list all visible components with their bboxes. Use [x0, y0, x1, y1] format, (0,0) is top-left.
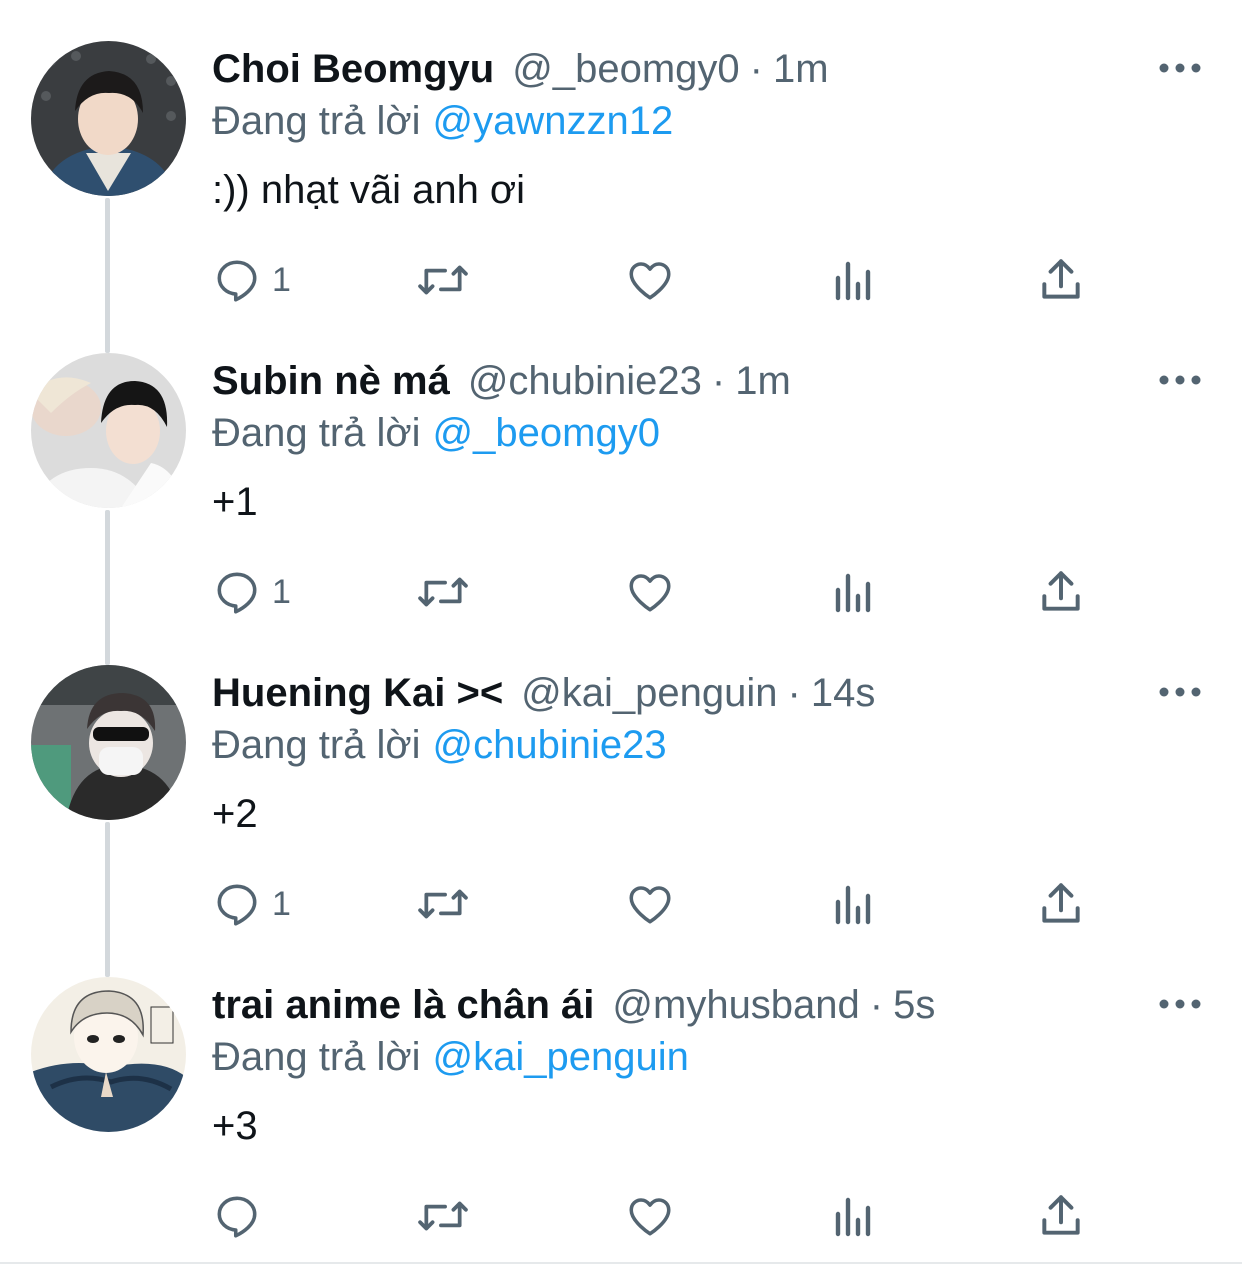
separator: ·: [869, 983, 884, 1027]
views-icon: [835, 1197, 871, 1237]
timestamp[interactable]: 14s: [811, 671, 876, 715]
views-button[interactable]: [832, 564, 876, 620]
heart-icon: [629, 1198, 671, 1236]
more-icon[interactable]: [1158, 370, 1202, 390]
reply-icon: [217, 1196, 257, 1238]
retweet-button[interactable]: [415, 876, 471, 932]
tweet-actions: 1: [212, 876, 1092, 932]
retweet-icon: [418, 1201, 468, 1231]
reply-button[interactable]: 1: [212, 252, 291, 308]
views-icon: [835, 573, 871, 613]
retweet-button[interactable]: [415, 564, 471, 620]
replying-to-link[interactable]: @_beomgy0: [433, 411, 660, 455]
tweet-text: +2: [212, 792, 258, 836]
share-icon: [1042, 259, 1080, 299]
display-name[interactable]: trai anime là chân ái: [212, 983, 594, 1027]
more-icon[interactable]: [1158, 994, 1202, 1014]
share-icon: [1042, 571, 1080, 611]
replying-to: Đang trả lời @kai_penguin: [212, 1032, 689, 1082]
tweet-actions: 1: [212, 564, 1092, 620]
share-icon: [1042, 1195, 1080, 1235]
replying-to-label: Đang trả lời: [212, 1035, 421, 1079]
reply-icon: [217, 260, 257, 302]
tweet[interactable]: trai anime là chân ái @myhusband · 5s Đang …: [0, 936, 1242, 1248]
timestamp[interactable]: 5s: [893, 983, 935, 1027]
tweet-actions: 1: [212, 252, 1092, 308]
timestamp[interactable]: 1m: [773, 47, 829, 91]
more-icon[interactable]: [1158, 682, 1202, 702]
separator: ·: [787, 671, 801, 715]
retweet-icon: [418, 889, 468, 919]
reply-button[interactable]: 1: [212, 564, 291, 620]
tweet-header: trai anime là chân ái @myhusband · 5s: [212, 980, 935, 1030]
more-icon[interactable]: [1158, 58, 1202, 78]
tweet[interactable]: Huening Kai >< @kai_penguin · 14s Đang trả …: [0, 624, 1242, 936]
replying-to: Đang trả lời @chubinie23: [212, 720, 667, 770]
display-name[interactable]: Huening Kai ><: [212, 671, 503, 715]
replying-to-label: Đang trả lời: [212, 99, 421, 143]
views-button[interactable]: [832, 252, 876, 308]
tweet-text: :)) nhạt vãi anh ơi: [212, 168, 526, 212]
avatar[interactable]: [31, 41, 186, 196]
timestamp[interactable]: 1m: [735, 359, 791, 403]
share-button[interactable]: [1038, 252, 1084, 308]
divider: [0, 1262, 1242, 1264]
tweet[interactable]: Subin nè má @chubinie23 · 1m Đang trả lời @_…: [0, 312, 1242, 624]
reply-button[interactable]: [212, 1188, 272, 1244]
heart-icon: [629, 574, 671, 612]
replying-to: Đang trả lời @_beomgy0: [212, 408, 660, 458]
replying-to: Đang trả lời @yawnzzn12: [212, 96, 673, 146]
reply-count: 1: [272, 885, 291, 923]
retweet-icon: [418, 265, 468, 295]
retweet-button[interactable]: [415, 1188, 471, 1244]
heart-icon: [629, 262, 671, 300]
like-button[interactable]: [625, 876, 675, 932]
user-handle[interactable]: @chubinie23: [468, 359, 702, 403]
tweet-text: +1: [212, 480, 258, 524]
reply-icon: [217, 884, 257, 926]
share-icon: [1042, 883, 1080, 923]
share-button[interactable]: [1038, 564, 1084, 620]
tweet-actions: [212, 1188, 1092, 1244]
display-name[interactable]: Subin nè má: [212, 359, 450, 403]
heart-icon: [629, 886, 671, 924]
separator: ·: [711, 359, 726, 403]
like-button[interactable]: [625, 564, 675, 620]
reply-count: 1: [272, 261, 291, 299]
replying-to-label: Đang trả lời: [212, 411, 421, 455]
tweet-header: Subin nè má @chubinie23 · 1m: [212, 356, 791, 406]
separator: ·: [749, 47, 763, 91]
replying-to-link[interactable]: @kai_penguin: [433, 1035, 689, 1079]
reply-icon: [217, 572, 257, 614]
tweet-header: Huening Kai >< @kai_penguin · 14s: [212, 668, 875, 718]
replying-to-link[interactable]: @yawnzzn12: [433, 99, 674, 143]
replying-to-link[interactable]: @chubinie23: [433, 723, 667, 767]
tweet-header: Choi Beomgyu @_beomgy0 · 1m: [212, 44, 829, 94]
replying-to-label: Đang trả lời: [212, 723, 421, 767]
retweet-icon: [418, 577, 468, 607]
user-handle[interactable]: @kai_penguin: [521, 671, 777, 715]
reply-count: 1: [272, 573, 291, 611]
views-icon: [835, 261, 871, 301]
like-button[interactable]: [625, 252, 675, 308]
tweet[interactable]: Choi Beomgyu @_beomgy0 · 1m Đang trả lời @ya…: [0, 0, 1242, 312]
share-button[interactable]: [1038, 1188, 1084, 1244]
views-button[interactable]: [832, 1188, 876, 1244]
user-handle[interactable]: @myhusband: [612, 983, 859, 1027]
avatar[interactable]: [31, 353, 186, 508]
views-button[interactable]: [832, 876, 876, 932]
avatar[interactable]: [31, 977, 186, 1132]
tweet-text: +3: [212, 1104, 258, 1148]
reply-button[interactable]: 1: [212, 876, 291, 932]
views-icon: [835, 885, 871, 925]
display-name[interactable]: Choi Beomgyu: [212, 47, 494, 91]
share-button[interactable]: [1038, 876, 1084, 932]
retweet-button[interactable]: [415, 252, 471, 308]
like-button[interactable]: [625, 1188, 675, 1244]
avatar[interactable]: [31, 665, 186, 820]
user-handle[interactable]: @_beomgy0: [512, 47, 739, 91]
